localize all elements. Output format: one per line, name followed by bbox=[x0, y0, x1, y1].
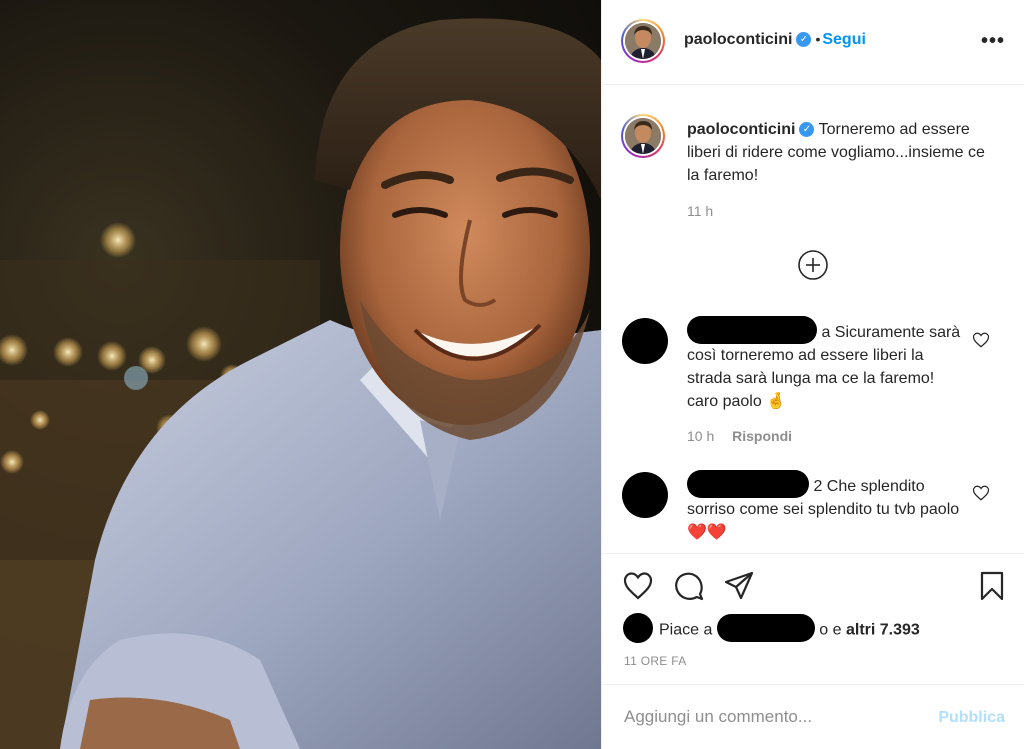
author-username[interactable]: paoloconticini bbox=[684, 31, 792, 48]
post-caption: paoloconticini ✓ Torneremo ad essere libe… bbox=[687, 118, 997, 187]
portrait-illustration bbox=[0, 18, 601, 749]
separator-dot: • bbox=[815, 31, 821, 47]
follow-button[interactable]: Segui bbox=[822, 31, 866, 48]
comment-item: a Sicuramente sarà così torneremo ad ess… bbox=[687, 315, 962, 413]
caption-avatar[interactable] bbox=[621, 114, 665, 158]
header-user-line: paoloconticini ✓ • Segui bbox=[684, 31, 866, 49]
comment-bubble-icon[interactable] bbox=[673, 570, 705, 602]
reply-button[interactable]: Rispondi bbox=[732, 428, 792, 444]
redacted-username bbox=[687, 469, 809, 498]
redacted-username bbox=[687, 315, 817, 344]
comment-input[interactable] bbox=[624, 707, 924, 727]
publish-button[interactable]: Pubblica bbox=[938, 709, 1005, 727]
post-photo[interactable] bbox=[0, 0, 601, 749]
redacted-liker-name bbox=[716, 614, 815, 642]
caption-username[interactable]: paoloconticini bbox=[687, 121, 795, 138]
like-comment-heart-icon[interactable] bbox=[972, 484, 990, 502]
avatar-image bbox=[625, 118, 661, 154]
like-comment-heart-icon[interactable] bbox=[972, 331, 990, 349]
likes-prefix: Piace a bbox=[659, 621, 713, 639]
verified-badge-icon: ✓ bbox=[796, 32, 812, 48]
share-send-icon[interactable] bbox=[723, 570, 755, 602]
post-timestamp[interactable]: 11 ORE FA bbox=[624, 654, 687, 668]
load-more-comments-icon[interactable] bbox=[797, 249, 829, 281]
likes-summary[interactable]: Piace a o e altri 7.393 bbox=[659, 614, 920, 642]
more-options-icon[interactable]: ••• bbox=[981, 30, 1005, 53]
post-header: paoloconticini ✓ • Segui ••• bbox=[602, 0, 1024, 85]
likes-count[interactable]: altri 7.393 bbox=[846, 622, 920, 639]
comment-item: 2 Che splendito sorriso come sei splendi… bbox=[687, 469, 962, 544]
add-comment-bar: Pubblica bbox=[602, 684, 1024, 749]
save-bookmark-icon[interactable] bbox=[976, 570, 1008, 602]
commenter-avatar[interactable] bbox=[622, 318, 668, 364]
caption-time: 11 h bbox=[687, 203, 714, 219]
comment-time: 10 h bbox=[687, 428, 715, 444]
verified-badge-icon: ✓ bbox=[799, 122, 815, 138]
commenter-avatar[interactable] bbox=[622, 472, 668, 518]
author-avatar[interactable] bbox=[621, 19, 665, 63]
avatar-image bbox=[625, 23, 661, 59]
likes-middle: o e bbox=[819, 621, 842, 639]
comment-meta: 10 h Rispondi bbox=[687, 428, 792, 444]
liker-avatar[interactable] bbox=[623, 613, 653, 643]
like-heart-icon[interactable] bbox=[622, 570, 654, 602]
post-sidebar: paoloconticini ✓ • Segui ••• paoloconticini… bbox=[601, 0, 1024, 749]
